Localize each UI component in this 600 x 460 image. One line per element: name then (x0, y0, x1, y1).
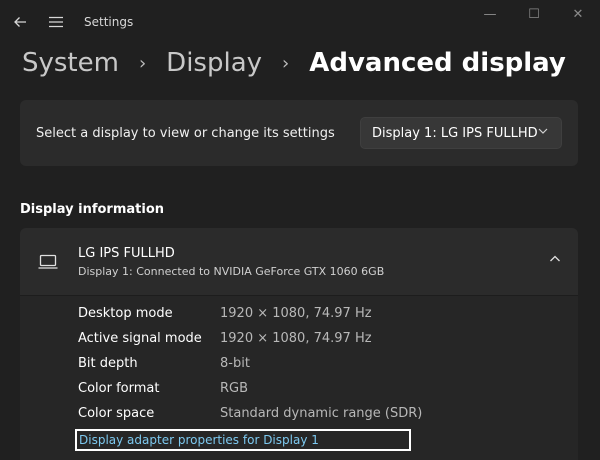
back-button[interactable] (4, 6, 36, 38)
display-select-label: Select a display to view or change its s… (36, 125, 335, 141)
info-key: Color format (78, 381, 160, 396)
close-button[interactable]: ✕ (556, 0, 600, 28)
section-title: Display information (20, 202, 165, 217)
info-value: Standard dynamic range (SDR) (220, 406, 423, 421)
minimize-button[interactable]: — (468, 0, 512, 28)
chevron-up-icon[interactable] (548, 252, 562, 266)
info-row-color-space: Color space Standard dynamic range (SDR) (78, 406, 558, 426)
info-key: Desktop mode (78, 306, 173, 321)
display-select-card: Select a display to view or change its s… (20, 100, 578, 166)
breadcrumb: System › Display › Advanced display (22, 44, 566, 82)
info-key: Active signal mode (78, 331, 202, 346)
maximize-button[interactable]: ☐ (512, 0, 556, 28)
info-key: Color space (78, 406, 155, 421)
page-title: Advanced display (309, 48, 566, 78)
breadcrumb-display[interactable]: Display (166, 48, 262, 78)
display-select-dropdown[interactable]: Display 1: LG IPS FULLHD (360, 117, 562, 149)
info-value: 8-bit (220, 356, 250, 371)
monitor-connection: Display 1: Connected to NVIDIA GeForce G… (78, 265, 385, 278)
breadcrumb-system[interactable]: System (22, 48, 119, 78)
monitor-name: LG IPS FULLHD (78, 246, 175, 261)
window-controls: — ☐ ✕ (468, 0, 600, 28)
info-row-color-format: Color format RGB (78, 381, 558, 401)
info-row-active-signal-mode: Active signal mode 1920 × 1080, 74.97 Hz (78, 331, 558, 351)
close-icon: ✕ (572, 6, 584, 22)
info-row-bit-depth: Bit depth 8-bit (78, 356, 558, 376)
display-info-header[interactable]: LG IPS FULLHD Display 1: Connected to NV… (20, 228, 578, 296)
display-adapter-properties-link[interactable]: Display adapter properties for Display 1 (75, 429, 411, 451)
chevron-down-icon (538, 128, 548, 134)
maximize-icon: ☐ (528, 6, 540, 22)
display-info-card: LG IPS FULLHD Display 1: Connected to NV… (20, 228, 578, 460)
info-value: RGB (220, 381, 249, 396)
display-select-value: Display 1: LG IPS FULLHD (372, 125, 538, 141)
back-arrow-icon (14, 17, 26, 27)
hamburger-menu-icon (49, 16, 63, 28)
navigation-menu-button[interactable] (40, 6, 72, 38)
info-row-desktop-mode: Desktop mode 1920 × 1080, 74.97 Hz (78, 306, 558, 326)
info-value: 1920 × 1080, 74.97 Hz (220, 306, 372, 321)
monitor-icon (38, 254, 58, 269)
info-value: 1920 × 1080, 74.97 Hz (220, 331, 372, 346)
minimize-icon: — (483, 6, 497, 22)
chevron-right-icon: › (282, 52, 290, 74)
window-title: Settings (84, 15, 134, 29)
chevron-right-icon: › (138, 52, 147, 74)
info-key: Bit depth (78, 356, 138, 371)
